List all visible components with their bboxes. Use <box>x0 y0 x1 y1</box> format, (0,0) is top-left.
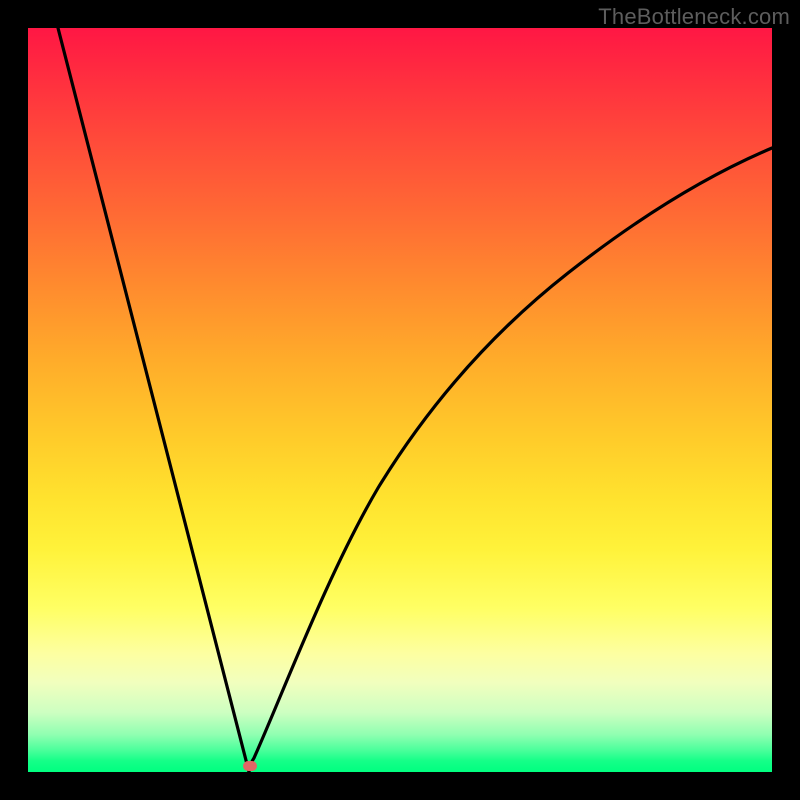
plot-area <box>28 28 772 772</box>
curve-overlay <box>28 28 772 772</box>
bottleneck-curve <box>58 28 772 772</box>
chart-container: TheBottleneck.com <box>0 0 800 800</box>
watermark-text: TheBottleneck.com <box>598 4 790 30</box>
optimum-marker <box>243 761 257 771</box>
